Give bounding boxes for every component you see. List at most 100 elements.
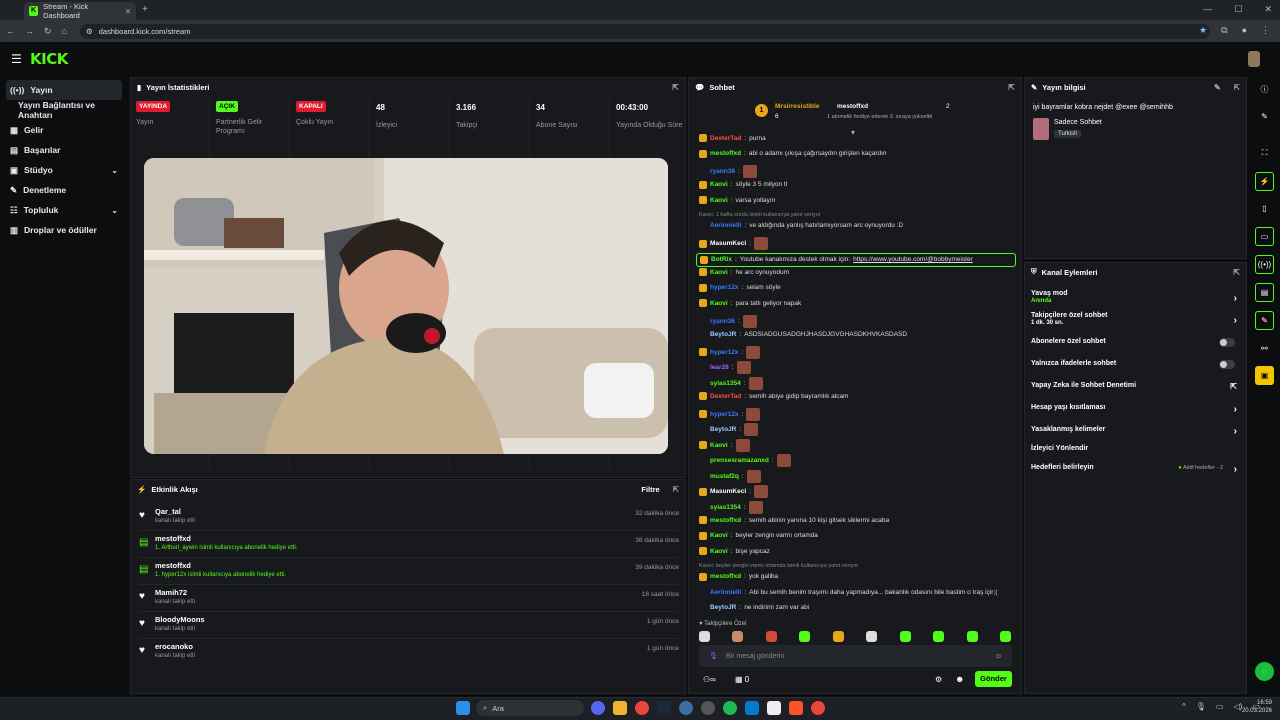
chat-username[interactable]: BeytoJR: [710, 331, 736, 338]
browser-tab[interactable]: K Stream - Kick Dashboard ✕: [24, 2, 136, 20]
emoji-icon[interactable]: ☺: [995, 653, 1002, 660]
chat-link[interactable]: https://www.youtube.com/@bobbymeister: [853, 256, 973, 263]
chat-username[interactable]: hyper12x: [710, 284, 739, 291]
close-window-icon[interactable]: ✕: [1264, 4, 1272, 15]
spotify-icon[interactable]: [723, 701, 737, 715]
chat-username[interactable]: mestoffxd: [710, 573, 741, 580]
tray-chevron-icon[interactable]: ^: [1182, 702, 1186, 711]
emote-points-icon[interactable]: ⚇∞: [703, 675, 716, 684]
quick-emote[interactable]: [866, 631, 878, 642]
new-tab-icon[interactable]: +: [142, 4, 148, 15]
raid-row[interactable]: İzleyici Yönlendir: [1031, 445, 1241, 452]
chat-username[interactable]: lear28: [710, 364, 729, 371]
document-icon[interactable]: ▯: [1255, 199, 1274, 218]
sidebar-item-droplar[interactable]: ▥ Droplar ve ödüller: [0, 220, 128, 240]
sidebar-item-topluluk[interactable]: ☷ Topluluk ⌄: [0, 200, 128, 220]
chat-username[interactable]: prensesramazanxd: [710, 457, 769, 464]
quick-emote[interactable]: [765, 631, 777, 642]
emote-picker-icon[interactable]: ☻: [955, 674, 964, 684]
chat-icon[interactable]: ▭: [1255, 227, 1274, 246]
discord-icon[interactable]: [591, 701, 605, 715]
notion-icon[interactable]: [767, 701, 781, 715]
bolt-icon[interactable]: ⚡: [1255, 172, 1274, 191]
chat-input[interactable]: 🎙 Bir mesaj gönderin ☺: [699, 645, 1012, 667]
broadcast-icon[interactable]: ((•)): [1255, 255, 1274, 274]
chat-username[interactable]: ryann36: [710, 168, 735, 175]
site-info-icon[interactable]: ⚙: [86, 27, 93, 36]
stats-icon[interactable]: ▤: [1255, 283, 1274, 302]
quick-emote[interactable]: [999, 631, 1011, 642]
sidebar-item-yayin[interactable]: ((•)) Yayın: [6, 80, 122, 100]
hamburger-menu-icon[interactable]: ☰: [11, 52, 22, 66]
extensions-icon[interactable]: ⧉: [1221, 25, 1227, 36]
chat-username[interactable]: Aerinnielli: [710, 222, 741, 229]
home-icon[interactable]: ⌂: [62, 26, 67, 36]
popout-icon[interactable]: ⇱: [673, 485, 679, 494]
chat-username[interactable]: BeytoJR: [710, 426, 736, 433]
start-icon[interactable]: [456, 701, 470, 715]
sidebar-item-studyo[interactable]: ▣ Stüdyo ⌄: [0, 160, 128, 180]
quick-emote[interactable]: [899, 631, 911, 642]
forward-icon[interactable]: →: [25, 26, 34, 36]
kick-logo[interactable]: KICK: [30, 50, 68, 68]
wrench-icon[interactable]: ✎: [1255, 311, 1274, 330]
chat-username[interactable]: syias1354: [710, 504, 741, 511]
chat-username[interactable]: DexterTad: [710, 135, 741, 142]
ai-moderation-row[interactable]: Yapay Zeka ile Sohbet Denetimi ⇱: [1031, 382, 1241, 391]
maximize-icon[interactable]: ☐: [1234, 4, 1242, 15]
chat-username[interactable]: MasumKeci: [710, 240, 746, 247]
mic-icon[interactable]: 🎙: [1196, 702, 1206, 711]
github-icon[interactable]: [701, 701, 715, 715]
chat-username[interactable]: hyper12x: [710, 349, 739, 356]
reload-icon[interactable]: ↻: [44, 26, 52, 37]
clapper-icon[interactable]: ▣: [1255, 366, 1274, 385]
popout-icon[interactable]: ⇱: [1233, 268, 1240, 277]
chat-username[interactable]: Kaovi: [710, 442, 728, 449]
chat-username[interactable]: DexterTad: [710, 393, 741, 400]
sidebar-item-basarilar[interactable]: ▤ Başarılar: [0, 140, 128, 160]
popout-icon[interactable]: ⇱: [1008, 83, 1015, 92]
quick-emote[interactable]: [832, 631, 844, 642]
goals-row[interactable]: Hedefleri belirleyin ● Aktif hedefler - 2…: [1031, 464, 1241, 475]
sidebar-item-gelir[interactable]: ▦ Gelir: [0, 120, 128, 140]
stream-preview-video[interactable]: [144, 158, 668, 454]
help-chat-icon[interactable]: ◌: [1255, 662, 1274, 681]
chat-username[interactable]: syias1354: [710, 380, 741, 387]
emote-only-toggle[interactable]: [1219, 360, 1235, 369]
vscode-icon[interactable]: [745, 701, 759, 715]
brave-icon[interactable]: [789, 701, 803, 715]
chat-username[interactable]: ryann36: [710, 318, 735, 325]
sidebar-item-stream-key[interactable]: Yayın Bağlantısı ve Anahtarı: [0, 100, 128, 120]
app-icon[interactable]: [679, 701, 693, 715]
edit-icon[interactable]: ✎: [1255, 107, 1274, 126]
chrome-icon[interactable]: [635, 701, 649, 715]
network-icon[interactable]: ▭: [1216, 702, 1224, 711]
send-button[interactable]: Gönder: [975, 671, 1012, 687]
quick-emote[interactable]: [933, 631, 945, 642]
edit-icon[interactable]: ✎: [1214, 83, 1221, 92]
chat-username[interactable]: Kaovi: [710, 548, 728, 555]
chat-username[interactable]: mustaf2q: [710, 473, 739, 480]
browser-menu-icon[interactable]: ⋮: [1261, 25, 1270, 36]
followers-only-row[interactable]: Takipçilere özel sohbet 1 dk. 30 sn. ›: [1031, 312, 1241, 326]
chat-username[interactable]: Kaovi: [710, 532, 728, 539]
chat-username[interactable]: hyper12x: [710, 411, 739, 418]
close-tab-icon[interactable]: ✕: [125, 7, 131, 16]
chrome-active-icon[interactable]: [811, 701, 825, 715]
chat-username[interactable]: BeytoJR: [710, 604, 736, 611]
bookmark-star-icon[interactable]: ★: [1199, 25, 1207, 36]
minimize-icon[interactable]: —: [1203, 4, 1212, 15]
focus-icon[interactable]: ⛶: [1255, 143, 1274, 162]
chat-username[interactable]: Kaovi: [710, 181, 728, 188]
clock[interactable]: 16:59 20.03.2026: [1238, 699, 1272, 715]
chat-username[interactable]: mestoffxd: [710, 517, 741, 524]
filter-button[interactable]: Filtre: [641, 485, 659, 494]
chat-username[interactable]: Kaovi: [710, 300, 728, 307]
user-avatar[interactable]: [1248, 51, 1260, 67]
popout-icon[interactable]: ⇱: [1234, 83, 1240, 92]
chat-settings-icon[interactable]: ⚙: [935, 675, 942, 684]
url-bar[interactable]: ⚙ dashboard.kick.com/stream: [80, 24, 1210, 39]
profile-icon[interactable]: ●: [1242, 25, 1247, 36]
chat-username[interactable]: Aerinnielli: [710, 589, 741, 596]
points-display[interactable]: ▦ 0: [735, 675, 749, 684]
